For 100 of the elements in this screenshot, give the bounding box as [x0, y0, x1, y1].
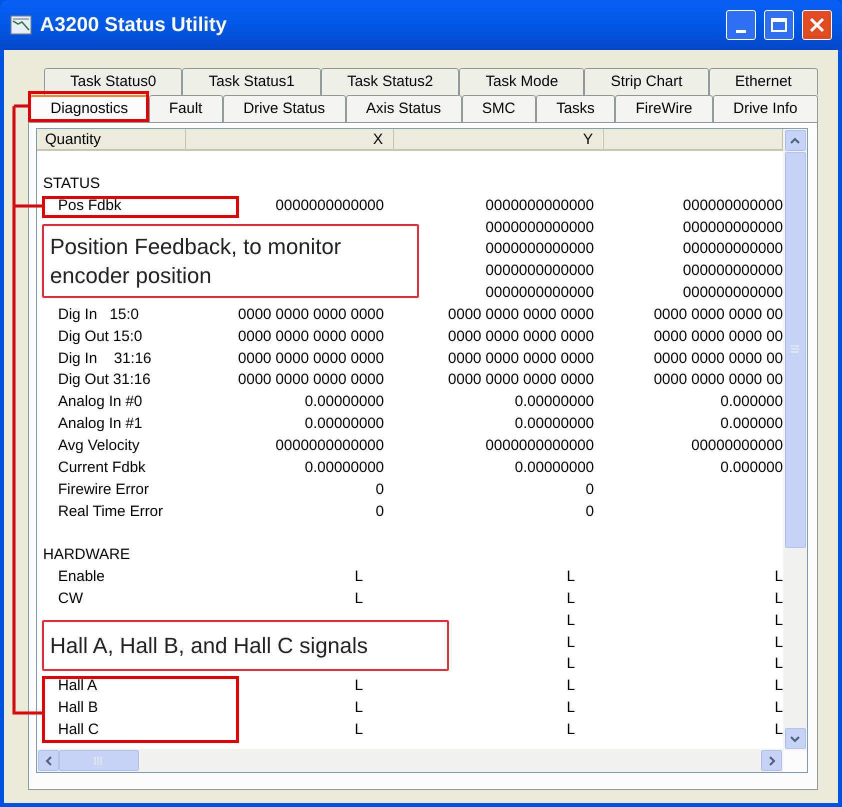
- scroll-thumb[interactable]: [784, 152, 806, 548]
- table-cell-text: 000000000000: [682, 283, 783, 304]
- table-cell-text: L: [774, 676, 783, 696]
- table-cell-text: L: [566, 654, 575, 674]
- table-cell-text: L: [774, 720, 783, 740]
- column-header[interactable]: X: [186, 129, 394, 151]
- grip-icon: [94, 756, 104, 765]
- table-cell-text: 0000 0000 0000 00: [654, 304, 783, 325]
- table-cell-text: 0.00000000: [304, 458, 384, 478]
- quantity-label: Dig Out 31:16: [58, 371, 151, 388]
- vertical-scrollbar[interactable]: [783, 129, 807, 750]
- table-cell-text: 0000000000000: [486, 218, 594, 238]
- column-header[interactable]: Quantity: [37, 129, 186, 151]
- tab[interactable]: Strip Chart: [584, 68, 709, 95]
- tab[interactable]: Task Status0: [44, 68, 182, 95]
- table-cell-text: 0000 0000 0000 0000: [448, 348, 594, 369]
- table-cell-text: L: [354, 676, 363, 696]
- minimize-button[interactable]: [726, 10, 756, 40]
- table-cell-text: L: [566, 632, 575, 653]
- quantity-label: Avg Velocity: [58, 436, 140, 454]
- table-cell-text: 000000000000: [682, 218, 783, 238]
- quantity-label: Pos Fdbk: [58, 196, 122, 214]
- table-cell-text: 0000 0000 0000 00: [654, 326, 783, 347]
- tab[interactable]: Drive Status: [222, 95, 346, 122]
- quantity-label: Dig Out 15:0: [58, 328, 142, 345]
- table-cell-text: 0.00000000: [514, 414, 594, 434]
- table-cell-text: 000000000000: [682, 261, 783, 282]
- table-cell-text: L: [566, 698, 575, 718]
- table-cell-text: L: [354, 588, 363, 609]
- table-cell-text: 0000 0000 0000 0000: [238, 370, 384, 390]
- horizontal-scrollbar[interactable]: [37, 749, 783, 772]
- table-cell-text: 0.00000000: [304, 392, 384, 412]
- table-cell-text: L: [774, 654, 783, 674]
- quantity-label: Firewire Error: [58, 480, 149, 498]
- scroll-down-button[interactable]: [784, 728, 806, 749]
- quantity-label: Analog In #0: [58, 393, 142, 410]
- maximize-icon: [771, 18, 787, 32]
- table-cell-text: L: [566, 610, 575, 631]
- quantity-label: CW: [58, 590, 83, 607]
- table-cell-text: L: [566, 567, 575, 588]
- callout-box: Hall A, Hall B, and Hall C signals: [42, 620, 449, 671]
- table-cell-text: 0.00000000: [514, 458, 594, 478]
- table-cell-text: 0000 0000 0000 0000: [238, 304, 384, 325]
- scroll-up-button[interactable]: [784, 130, 806, 151]
- window-title: A3200 Status Utility: [40, 13, 228, 38]
- maximize-button[interactable]: [764, 10, 794, 40]
- close-button[interactable]: [802, 10, 832, 40]
- grip-icon: [791, 345, 799, 355]
- table-cell-text: 0000 0000 0000 0000: [238, 326, 384, 347]
- quantity-label: Hall A: [58, 677, 98, 694]
- table-cell-text: 0000000000000: [486, 283, 594, 304]
- tab[interactable]: Task Status1: [182, 68, 321, 95]
- table-cell-text: 0000000000000: [486, 239, 594, 260]
- quantity-label: Enable: [58, 568, 105, 586]
- tab[interactable]: FireWire: [615, 95, 713, 122]
- table-cell-text: L: [774, 610, 783, 631]
- minimize-icon: [736, 30, 746, 33]
- section-heading: STATUS: [43, 174, 100, 192]
- tab[interactable]: Axis Status: [346, 95, 462, 122]
- table-cell-text: 0.00000000: [304, 414, 384, 434]
- table-cell-text: 0000 0000 0000 00: [654, 348, 783, 369]
- table-cell-text: 0: [586, 502, 594, 522]
- tab[interactable]: SMC: [462, 95, 536, 122]
- quantity-label: Hall B: [58, 699, 98, 716]
- table-cell-text: L: [774, 698, 783, 718]
- table-cell-text: 0: [376, 480, 384, 500]
- quantity-label: Analog In #1: [58, 415, 142, 432]
- quantity-label: Dig In 15:0: [58, 306, 139, 323]
- table-cell-text: L: [774, 567, 783, 588]
- table-cell-text: L: [354, 698, 363, 718]
- close-icon: [809, 17, 825, 33]
- table-cell-text: 0000 0000 0000 0000: [448, 370, 594, 390]
- quantity-label: Current Fdbk: [58, 458, 146, 476]
- table-cell-text: L: [566, 676, 575, 696]
- tab[interactable]: Fault: [148, 95, 223, 122]
- table-cell-text: 0000000000000: [486, 436, 594, 456]
- table-cell-text: 0: [586, 480, 594, 500]
- section-heading: HARDWARE: [43, 546, 130, 564]
- quantity-label: Hall C: [58, 720, 99, 738]
- table-cell-text: 0000 0000 0000 00: [654, 370, 783, 390]
- column-header[interactable]: Y: [394, 129, 604, 151]
- tab[interactable]: Task Status2: [320, 68, 460, 95]
- scroll-thumb[interactable]: [59, 750, 139, 772]
- table-cell-text: L: [354, 720, 363, 740]
- scroll-right-button[interactable]: [761, 750, 782, 772]
- tab[interactable]: Tasks: [536, 95, 616, 122]
- tab[interactable]: Drive Info: [712, 95, 818, 122]
- table-cell-text: 0000 0000 0000 0000: [448, 304, 594, 325]
- table-cell-text: L: [566, 588, 575, 609]
- table-cell-text: 00000000000: [691, 436, 783, 456]
- tab[interactable]: Task Mode: [459, 68, 584, 95]
- table-cell-text: L: [566, 720, 575, 740]
- table-cell-text: L: [774, 632, 783, 653]
- tab[interactable]: Ethernet: [708, 68, 818, 95]
- table-cell-text: 0.000000: [720, 458, 783, 478]
- table-cell-text: 0000000000000: [276, 196, 384, 216]
- scroll-left-button[interactable]: [38, 750, 59, 772]
- quantity-label: Dig In 31:16: [58, 350, 152, 367]
- table-cell-text: 0.000000: [720, 414, 783, 434]
- table-cell-text: 0000000000000: [276, 436, 384, 456]
